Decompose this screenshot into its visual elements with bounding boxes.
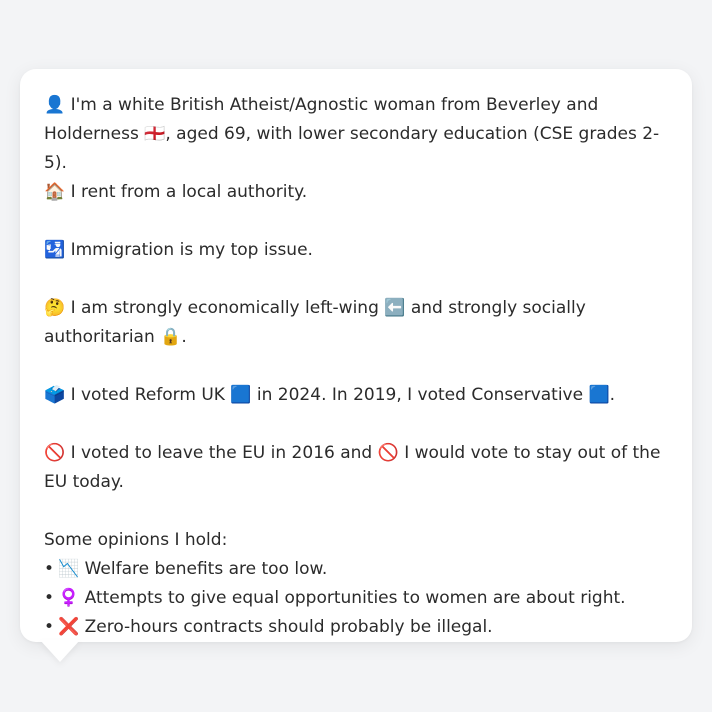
cross-mark-icon: ❌ <box>58 617 80 637</box>
ballot-box-icon: 🗳️ <box>44 385 66 405</box>
brexit-paragraph: 🚫 I voted to leave the EU in 2016 and 🚫 … <box>44 439 672 497</box>
housing-line: 🏠 I rent from a local authority. <box>44 178 672 207</box>
thinking-face-icon: 🤔 <box>44 298 66 318</box>
ideology-paragraph: 🤔 I am strongly economically left-wing ⬅… <box>44 294 672 352</box>
chart-decreasing-icon: 📉 <box>58 559 80 579</box>
opinion-text: Zero-hours contracts should probably be … <box>79 617 493 637</box>
voting-text-part1: I voted Reform UK <box>65 385 231 405</box>
opinions-heading: Some opinions I hold: <box>44 530 228 550</box>
bubble-tail <box>40 640 80 662</box>
england-flag-icon: 🏴󠁧󠁢󠁥󠁮󠁧󠁿 <box>144 124 166 144</box>
prohibited-icon: 🚫 <box>44 443 66 463</box>
bullet: • <box>44 588 55 608</box>
brexit-text-part1: I voted to leave the EU in 2016 and <box>65 443 378 463</box>
list-item: • ♀️ Attempts to give equal opportunities… <box>44 584 672 613</box>
list-item: • 📉 Welfare benefits are too low. <box>44 555 672 584</box>
voting-text-part2: in 2024. In 2019, I voted Conservative <box>251 385 589 405</box>
voting-line: 🗳️ I voted Reform UK 🟦 in 2024. In 2019,… <box>44 381 672 410</box>
opinion-text: Welfare benefits are too low. <box>79 559 328 579</box>
house-icon: 🏠 <box>44 182 66 202</box>
voting-text-part3: . <box>609 385 616 405</box>
top-issue-line: 🛂 Immigration is my top issue. <box>44 236 672 265</box>
reform-blue-square-icon: 🟦 <box>230 385 252 405</box>
conservative-blue-square-icon: 🟦 <box>588 385 610 405</box>
top-issue-text: Immigration is my top issue. <box>65 240 313 260</box>
ideology-text-part1: I am strongly economically left-wing <box>65 298 385 318</box>
female-sign-icon: ♀️ <box>58 588 80 608</box>
passport-control-icon: 🛂 <box>44 240 66 260</box>
lock-icon: 🔒 <box>160 327 182 347</box>
list-item: • ❌ Zero-hours contracts should probably … <box>44 613 672 642</box>
intro-paragraph: 👤 I'm a white British Atheist/Agnostic w… <box>44 91 672 178</box>
profile-message-bubble: 👤 I'm a white British Atheist/Agnostic w… <box>20 69 692 642</box>
prohibited-icon: 🚫 <box>377 443 399 463</box>
opinion-text: Attempts to give equal opportunities to … <box>79 588 626 608</box>
ideology-text-part3: . <box>181 327 187 347</box>
opinions-list: • 📉 Welfare benefits are too low. • ♀️ Att… <box>44 555 672 642</box>
bullet: • <box>44 559 55 579</box>
person-icon: 👤 <box>44 95 66 115</box>
housing-text: I rent from a local authority. <box>65 182 308 202</box>
left-arrow-icon: ⬅️ <box>384 298 406 318</box>
bullet: • <box>44 617 55 637</box>
